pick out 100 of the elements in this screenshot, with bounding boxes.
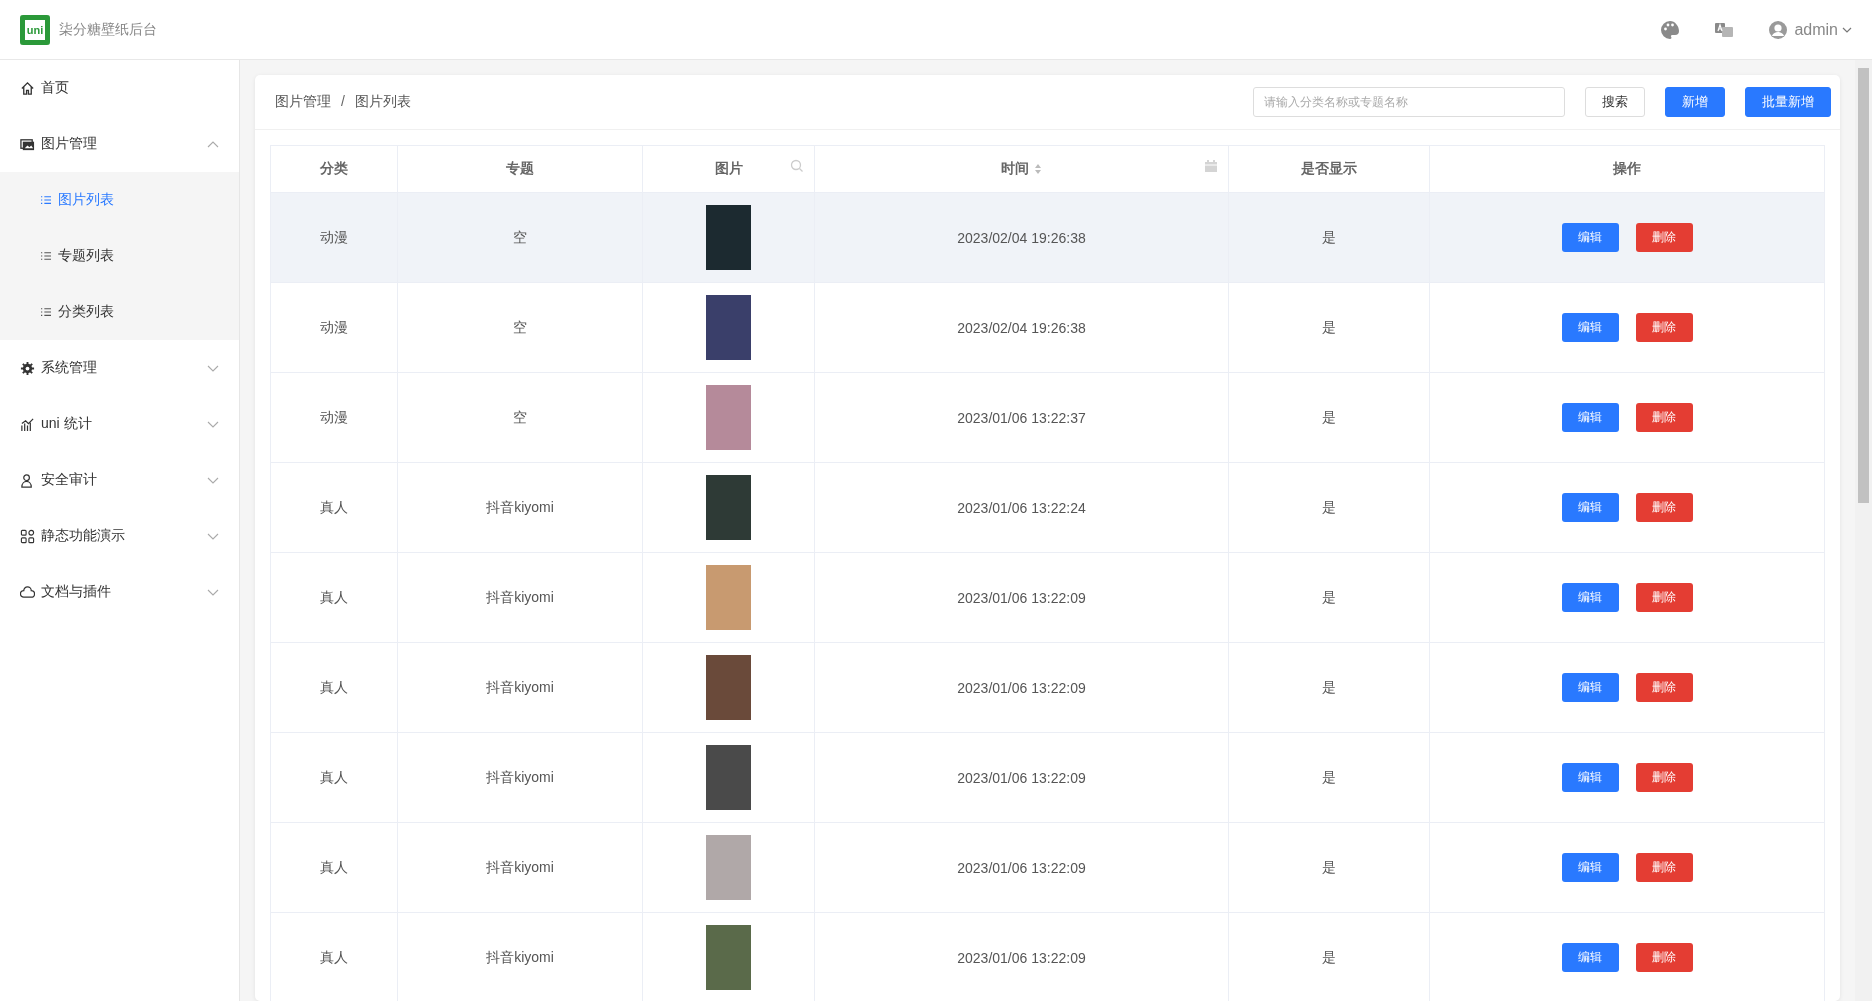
list-icon: [40, 251, 52, 261]
table-cell: 2023/01/06 13:22:09: [957, 679, 1086, 696]
column-header: 图片: [642, 145, 815, 193]
photo-placeholder: [706, 385, 751, 450]
table-cell: 是: [1322, 678, 1336, 695]
menu-item[interactable]: 静态功能演示: [0, 508, 239, 564]
delete-button[interactable]: 删除: [1635, 943, 1693, 972]
table-cell: 2023/02/04 19:26:38: [957, 229, 1086, 246]
menu-item[interactable]: 系统管理: [0, 340, 239, 396]
grid-icon: [20, 528, 35, 544]
table-cell: 是: [1322, 588, 1336, 605]
submenu-item[interactable]: 分类列表: [0, 284, 239, 340]
table-row[interactable]: 动漫 空 2023/02/04 19:26:38 是 编辑 删除: [270, 282, 1825, 373]
palette-icon[interactable]: [1660, 19, 1681, 40]
table-cell: 抖音kiyomi: [486, 588, 554, 605]
column-header: 分类: [270, 145, 398, 193]
table-cell: 真人: [320, 858, 348, 875]
search-button[interactable]: 搜索: [1585, 87, 1645, 117]
table-row[interactable]: 真人 抖音kiyomi 2023/01/06 13:22:09 是 编辑 删除: [270, 732, 1825, 823]
cloud-icon: [20, 584, 35, 600]
scrollbar[interactable]: [1855, 60, 1872, 1001]
home-icon: [20, 80, 35, 96]
table-cell: 抖音kiyomi: [486, 498, 554, 515]
submenu-item[interactable]: 图片列表: [0, 172, 239, 228]
add-button[interactable]: 新增: [1665, 87, 1725, 117]
column-header: 时间: [814, 145, 1229, 193]
table-cell: 空: [513, 408, 527, 425]
edit-button[interactable]: 编辑: [1561, 403, 1619, 432]
sort-icon[interactable]: [1034, 163, 1042, 175]
menu-item[interactable]: uni 统计: [0, 396, 239, 452]
edit-button[interactable]: 编辑: [1561, 583, 1619, 612]
caret-icon[interactable]: [1842, 26, 1852, 33]
table-cell: 真人: [320, 768, 348, 785]
table-cell: 2023/01/06 13:22:09: [957, 859, 1086, 876]
search-field[interactable]: 请输入分类名称或专题名称: [1253, 87, 1565, 117]
delete-button[interactable]: 删除: [1635, 583, 1693, 612]
edit-button[interactable]: 编辑: [1561, 223, 1619, 252]
user-menu[interactable]: admin: [1794, 20, 1838, 39]
delete-button[interactable]: 删除: [1635, 313, 1693, 342]
menu-item[interactable]: 图片管理: [0, 116, 239, 172]
table-row[interactable]: 真人 抖音kiyomi 2023/01/06 13:22:24 是 编辑 删除: [270, 462, 1825, 553]
table-cell: 是: [1322, 318, 1336, 335]
app-title: 柒分糖壁纸后台: [59, 20, 157, 39]
breadcrumb-item[interactable]: 图片管理: [275, 93, 331, 111]
photo-placeholder: [706, 565, 751, 630]
table-row[interactable]: 动漫 空 2023/01/06 13:22:37 是 编辑 删除: [270, 372, 1825, 463]
add-button[interactable]: 批量新增: [1745, 87, 1831, 117]
table-cell: 抖音kiyomi: [486, 948, 554, 965]
delete-button[interactable]: 删除: [1635, 763, 1693, 792]
edit-button[interactable]: 编辑: [1561, 853, 1619, 882]
table-cell: 2023/01/06 13:22:09: [957, 769, 1086, 786]
table-cell: 2023/01/06 13:22:09: [957, 949, 1086, 966]
chart-icon: [20, 416, 35, 432]
table-cell: 空: [513, 228, 527, 245]
user-avatar-icon[interactable]: [1768, 19, 1789, 40]
table-cell: 动漫: [320, 318, 348, 335]
breadcrumb-separator: /: [341, 93, 345, 111]
submenu-item[interactable]: 专题列表: [0, 228, 239, 284]
table-cell: 动漫: [320, 408, 348, 425]
photo-placeholder: [706, 205, 751, 270]
list-icon: [40, 307, 52, 317]
menu-item[interactable]: 文档与插件: [0, 564, 239, 620]
photo-placeholder: [706, 925, 751, 990]
edit-button[interactable]: 编辑: [1561, 313, 1619, 342]
table-cell: 是: [1322, 408, 1336, 425]
breadcrumb-item[interactable]: 图片列表: [354, 93, 411, 111]
table-cell: 2023/01/06 13:22:24: [957, 499, 1086, 516]
photo-placeholder: [706, 475, 751, 540]
photo-placeholder: [706, 745, 751, 810]
table-row[interactable]: 动漫 空 2023/02/04 19:26:38 是 编辑 删除: [270, 192, 1825, 283]
edit-button[interactable]: 编辑: [1561, 943, 1619, 972]
table-cell: 真人: [320, 588, 348, 605]
table-row[interactable]: 真人 抖音kiyomi 2023/01/06 13:22:09 是 编辑 删除: [270, 822, 1825, 913]
edit-button[interactable]: 编辑: [1561, 493, 1619, 522]
table-cell: 2023/01/06 13:22:09: [957, 589, 1086, 606]
table-cell: 抖音kiyomi: [486, 678, 554, 695]
table-row[interactable]: 真人 抖音kiyomi 2023/01/06 13:22:09 是 编辑 删除: [270, 642, 1825, 733]
photo-placeholder: [706, 655, 751, 720]
photo-placeholder: [706, 835, 751, 900]
table-cell: 是: [1322, 228, 1336, 245]
table-row[interactable]: 真人 抖音kiyomi 2023/01/06 13:22:09 是 编辑 删除: [270, 912, 1825, 1001]
delete-button[interactable]: 删除: [1635, 403, 1693, 432]
delete-button[interactable]: 删除: [1635, 493, 1693, 522]
app-logo: uni: [20, 14, 50, 45]
delete-button[interactable]: 删除: [1635, 223, 1693, 252]
menu-item[interactable]: 首页: [0, 60, 239, 116]
delete-button[interactable]: 删除: [1635, 853, 1693, 882]
edit-button[interactable]: 编辑: [1561, 763, 1619, 792]
list-icon: [40, 195, 52, 205]
delete-button[interactable]: 删除: [1635, 673, 1693, 702]
column-header: 是否显示: [1228, 145, 1430, 193]
table-cell: 2023/02/04 19:26:38: [957, 319, 1086, 336]
table-cell: 是: [1322, 948, 1336, 965]
edit-button[interactable]: 编辑: [1561, 673, 1619, 702]
menu-item[interactable]: 安全审计: [0, 452, 239, 508]
table-row[interactable]: 真人 抖音kiyomi 2023/01/06 13:22:09 是 编辑 删除: [270, 552, 1825, 643]
column-header: 操作: [1429, 145, 1825, 193]
table-cell: 是: [1322, 768, 1336, 785]
search-icon[interactable]: [790, 159, 804, 173]
calendar-icon[interactable]: [1204, 159, 1218, 173]
